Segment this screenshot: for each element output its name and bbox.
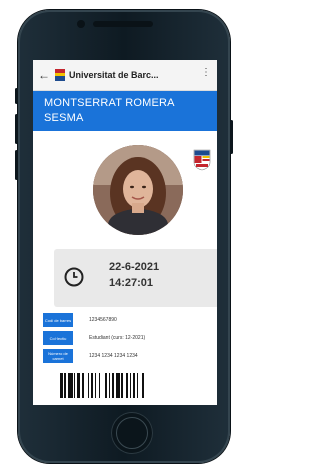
university-crest-icon xyxy=(193,149,211,171)
earpiece-speaker xyxy=(93,21,153,27)
validity-time: 14:27:01 xyxy=(109,277,154,289)
arrow-left-icon[interactable]: ← xyxy=(33,68,55,82)
power-button xyxy=(230,120,233,154)
student-name-line1: MONTSERRAT ROMERA xyxy=(44,97,175,109)
student-name-line2: SESMA xyxy=(44,112,84,124)
more-vert-icon[interactable]: ⋮ xyxy=(201,68,211,78)
front-camera xyxy=(77,20,85,28)
app-title: Universitat de Barc... xyxy=(69,70,159,80)
detail-label: Codi de barres xyxy=(43,313,73,327)
volume-down-button xyxy=(15,150,18,180)
validity-timestamp-panel: 22-6-2021 14:27:01 xyxy=(54,249,217,307)
detail-row-barcode: Codi de barres 1234567890 xyxy=(43,313,217,327)
mute-switch xyxy=(15,88,18,104)
detail-value: 1234 1234 1234 1234 xyxy=(89,353,138,359)
student-photo xyxy=(93,145,183,235)
volume-up-button xyxy=(15,114,18,144)
detail-label: Número de carnet xyxy=(43,349,73,363)
phone-screen: ← Universitat de Barc... ⋮ MONTSERRAT RO… xyxy=(33,60,217,405)
barcode-image xyxy=(60,373,176,398)
app-bar: ← Universitat de Barc... ⋮ xyxy=(33,60,217,91)
detail-row-collective: Col·lectiu Estudiant (curs: 12-2021) xyxy=(43,331,217,345)
detail-value: Estudiant (curs: 12-2021) xyxy=(89,335,146,341)
detail-row-card-number: Número de carnet 1234 1234 1234 1234 xyxy=(43,349,217,363)
detail-value: 1234567890 xyxy=(89,317,117,323)
name-banner: MONTSERRAT ROMERA SESMA xyxy=(33,91,217,131)
detail-label: Col·lectiu xyxy=(43,331,73,345)
home-button[interactable] xyxy=(111,412,153,454)
barcode-stripe xyxy=(144,373,147,398)
university-logo-icon xyxy=(55,69,65,81)
clock-icon xyxy=(64,267,84,287)
validity-date: 22-6-2021 xyxy=(109,261,160,273)
